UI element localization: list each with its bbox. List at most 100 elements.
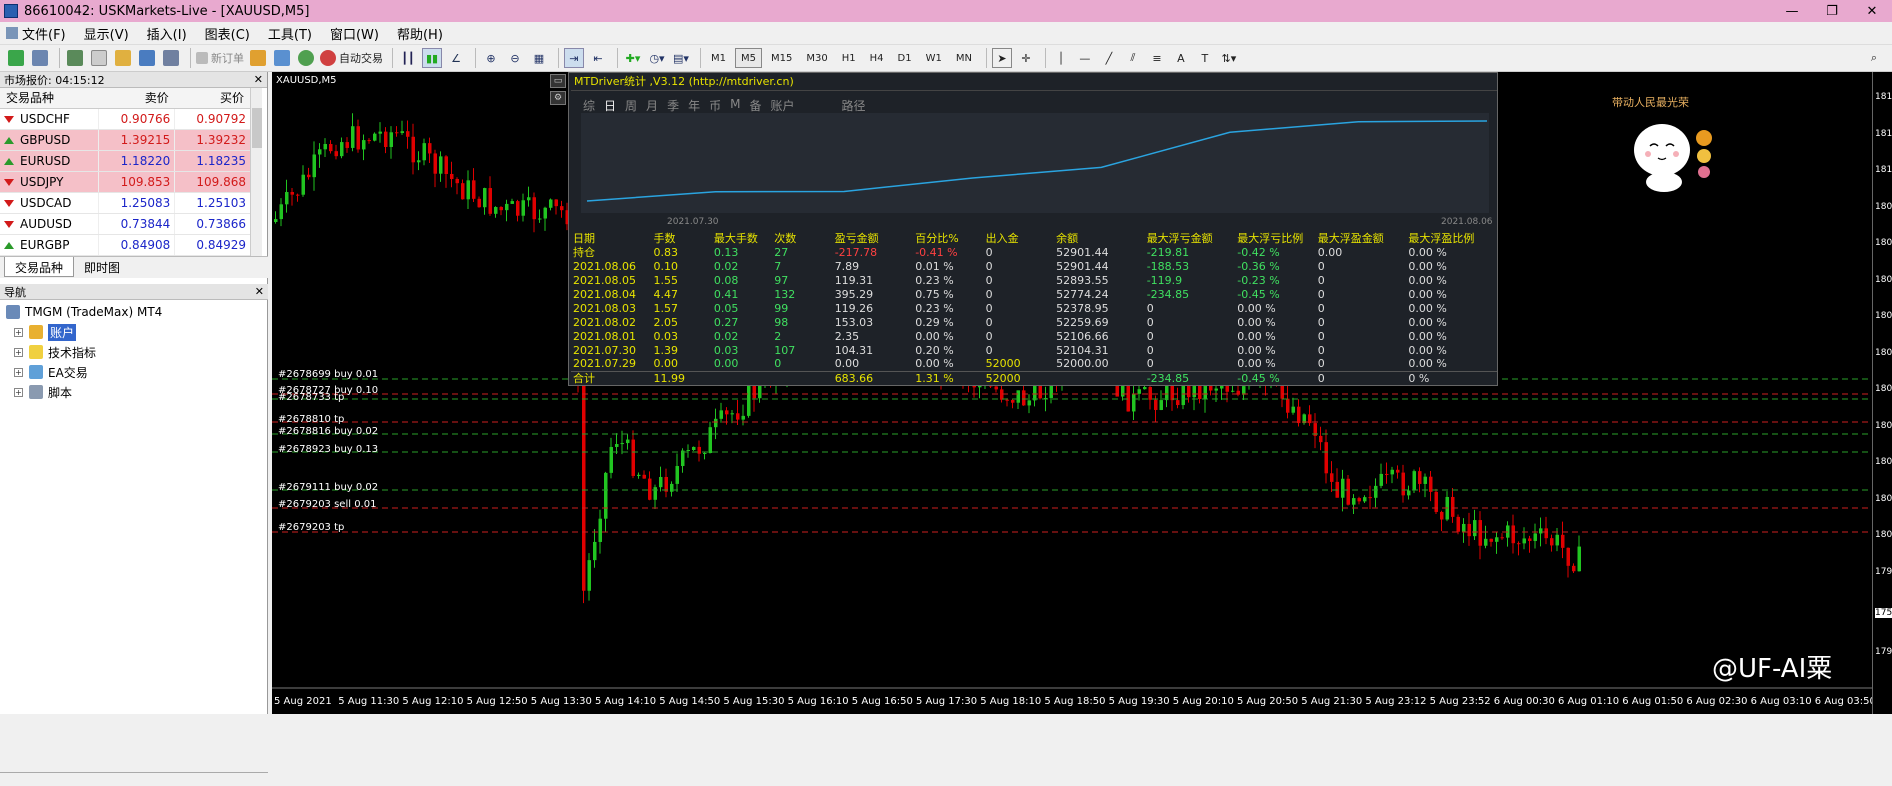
templates-icon: ▤▾ (673, 51, 689, 65)
tf-mn[interactable]: MN (951, 48, 977, 68)
minimize-button[interactable]: — (1772, 0, 1812, 22)
tf-h4[interactable]: H4 (865, 48, 889, 68)
arrows-tool[interactable]: ⇅▾ (1219, 48, 1239, 68)
order-label[interactable]: #2679203 tp (278, 522, 344, 533)
periods-button[interactable]: ◷▾ (647, 48, 667, 68)
signals-button[interactable] (272, 48, 292, 68)
panel-settings-button[interactable]: ⚙ (550, 91, 566, 105)
menu-chart[interactable]: 图表(C) (205, 24, 250, 43)
market-watch-row[interactable]: GBPUSD 1.39215 1.39232 (0, 129, 250, 151)
horizontal-line-tool[interactable]: — (1075, 48, 1095, 68)
tf-m15[interactable]: M15 (766, 48, 797, 68)
mtdriver-tab[interactable]: 综 (583, 97, 595, 114)
tf-h1[interactable]: H1 (837, 48, 861, 68)
vertical-line-tool[interactable]: │ (1051, 48, 1071, 68)
col-ask[interactable]: 买价 (174, 88, 250, 109)
auto-scroll-button[interactable]: ⇥ (564, 48, 584, 68)
market-watch-row[interactable]: EURUSD 1.18220 1.18235 (0, 150, 250, 172)
market-watch-row[interactable]: USDCAD 1.25083 1.25103 (0, 192, 250, 214)
market-button[interactable] (296, 48, 316, 68)
mtdriver-tab[interactable]: 季 (667, 97, 679, 114)
new-chart-button[interactable] (6, 48, 26, 68)
market-watch-button[interactable] (65, 48, 85, 68)
order-label[interactable]: #2678699 buy 0.01 (278, 369, 378, 380)
tf-d1[interactable]: D1 (893, 48, 917, 68)
chart-shift-button[interactable]: ⇤ (588, 48, 608, 68)
navigator-item-experts[interactable]: + EA交易 (0, 362, 268, 382)
close-button[interactable]: ✕ (1852, 0, 1892, 22)
expand-icon[interactable]: + (14, 387, 23, 397)
menu-insert[interactable]: 插入(I) (147, 24, 187, 43)
indicators-button[interactable]: ✚▾ (623, 48, 643, 68)
mtdriver-tab[interactable]: 月 (646, 97, 658, 114)
order-label[interactable]: #2679203 sell 0.01 (278, 499, 376, 510)
tf-m30[interactable]: M30 (801, 48, 832, 68)
expand-icon[interactable]: + (14, 347, 23, 357)
menu-help[interactable]: 帮助(H) (397, 24, 443, 43)
expand-icon[interactable]: + (14, 367, 23, 377)
zoom-in-button[interactable]: ⊕ (481, 48, 501, 68)
market-watch-row[interactable]: AUDUSD 0.73844 0.73866 (0, 213, 250, 235)
tester-button[interactable] (161, 48, 181, 68)
time-label: 5 Aug 18:10 (980, 696, 1042, 707)
tab-tick-chart[interactable]: 即时图 (74, 257, 130, 277)
mtdriver-tab[interactable]: 路径 (842, 97, 866, 114)
order-label[interactable]: #2678816 buy 0.02 (278, 426, 378, 437)
order-label[interactable]: #2679111 buy 0.02 (278, 482, 378, 493)
col-bid[interactable]: 卖价 (98, 88, 175, 109)
order-label[interactable]: #2678923 buy 0.13 (278, 444, 378, 455)
navigator-item-scripts[interactable]: + 脚本 (0, 382, 268, 402)
bar-chart-button[interactable]: ┃┃ (398, 48, 418, 68)
mtdriver-tab[interactable]: 账户 (770, 97, 794, 114)
line-chart-button[interactable]: ∠ (446, 48, 466, 68)
tab-symbols[interactable]: 交易品种 (4, 257, 75, 277)
terminal-button[interactable] (137, 48, 157, 68)
zoom-out-button[interactable]: ⊖ (505, 48, 525, 68)
menu-view[interactable]: 显示(V) (84, 24, 129, 43)
order-label[interactable]: #2678733 tp (278, 392, 344, 403)
mtdriver-tab[interactable]: 备 (749, 97, 761, 114)
trendline-tool[interactable]: ╱ (1099, 48, 1119, 68)
market-watch-row[interactable]: EURGBP 0.84908 0.84929 (0, 234, 250, 256)
meta-editor-button[interactable] (248, 48, 268, 68)
profiles-button[interactable] (30, 48, 50, 68)
navigator-root[interactable]: TMGM (TradeMax) MT4 (0, 302, 268, 322)
navigator-close-icon[interactable]: ✕ (255, 285, 264, 298)
col-symbol[interactable]: 交易品种 (0, 88, 99, 109)
order-label[interactable]: #2678810 tp (278, 414, 344, 425)
menu-window[interactable]: 窗口(W) (330, 24, 379, 43)
search-button[interactable]: ⌕ (1864, 48, 1884, 68)
tf-m5[interactable]: M5 (735, 48, 762, 68)
mtdriver-tab[interactable]: 币 (709, 97, 721, 114)
crosshair-tool[interactable]: ✛ (1016, 48, 1036, 68)
market-watch-scrollbar[interactable] (250, 88, 262, 256)
market-watch-row[interactable]: USDCHF 0.90766 0.90792 (0, 108, 250, 130)
text-tool[interactable]: A (1171, 48, 1191, 68)
market-watch-row[interactable]: USDJPY 109.853 109.868 (0, 171, 250, 193)
templates-button[interactable]: ▤▾ (671, 48, 691, 68)
mtdriver-tab[interactable]: 周 (625, 97, 637, 114)
navigator-item-accounts[interactable]: + 账户 (0, 322, 268, 342)
mtdriver-tab[interactable]: 年 (688, 97, 700, 114)
menu-file[interactable]: 文件(F) (6, 24, 66, 43)
close-icon[interactable]: ✕ (254, 73, 263, 86)
channel-tool[interactable]: ⫽ (1123, 48, 1143, 68)
label-tool[interactable]: T (1195, 48, 1215, 68)
fibo-tool[interactable]: ≡ (1147, 48, 1167, 68)
navigator-button[interactable] (113, 48, 133, 68)
cursor-tool[interactable]: ➤ (991, 48, 1012, 68)
data-window-button[interactable] (89, 48, 109, 68)
navigator-item-indicators[interactable]: + 技术指标 (0, 342, 268, 362)
candlestick-button[interactable]: ▮▮ (422, 48, 442, 68)
mtdriver-tab[interactable]: M (730, 97, 740, 114)
panel-toggle-button[interactable]: ▭ (550, 74, 566, 88)
menu-tools[interactable]: 工具(T) (268, 24, 312, 43)
tile-windows-button[interactable]: ▦ (529, 48, 549, 68)
maximize-button[interactable]: ❐ (1812, 0, 1852, 22)
tf-m1[interactable]: M1 (706, 48, 731, 68)
new-order-button[interactable]: 新订单 (196, 48, 244, 68)
tf-w1[interactable]: W1 (921, 48, 947, 68)
auto-trading-button[interactable]: 自动交易 (320, 48, 383, 68)
mtdriver-tab[interactable]: 日 (604, 97, 616, 114)
expand-icon[interactable]: + (14, 327, 23, 337)
